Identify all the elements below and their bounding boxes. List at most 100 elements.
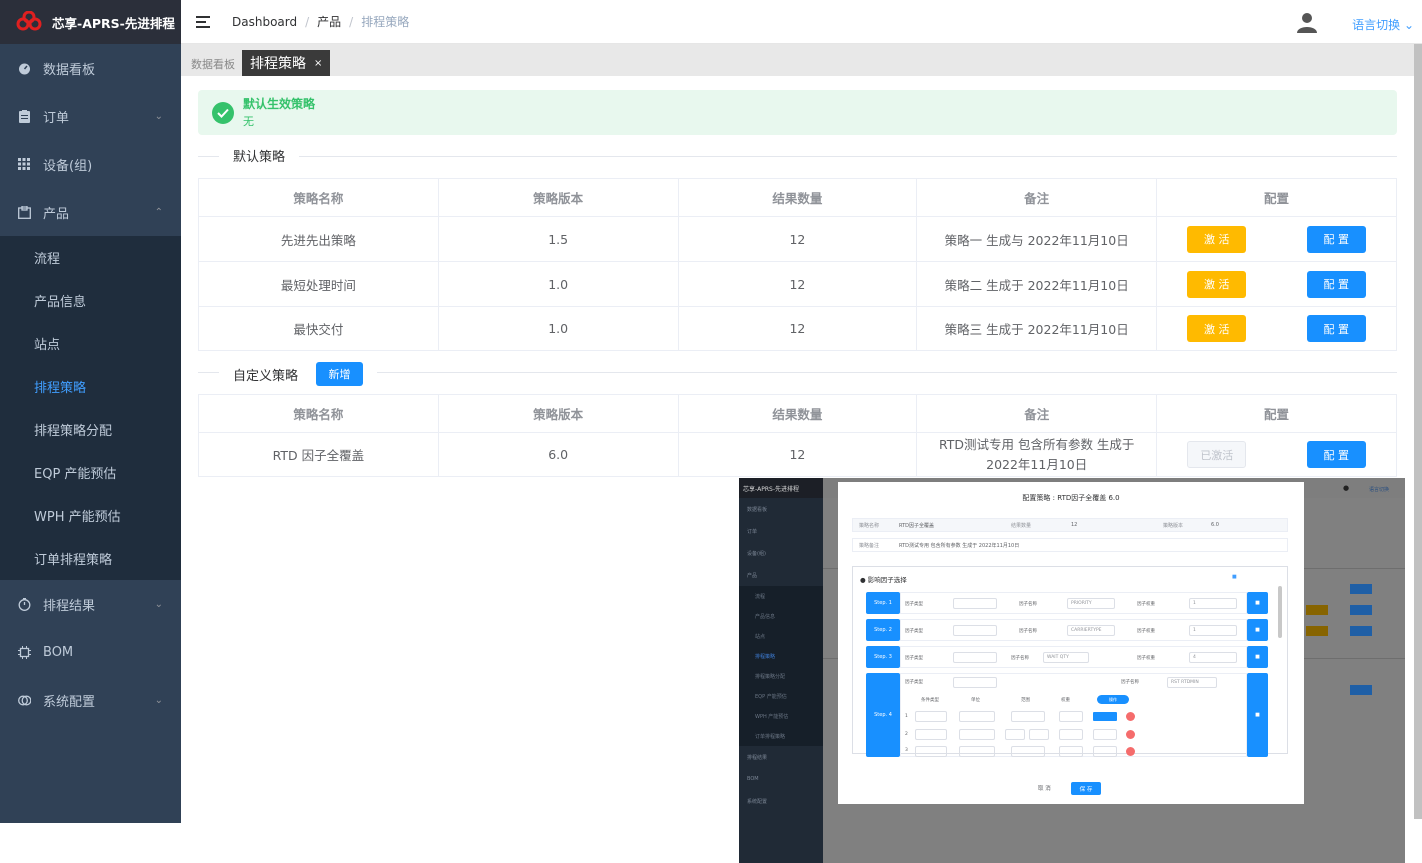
cond-range-input[interactable] <box>1011 746 1045 757</box>
factor-type-label: 因子类型 <box>905 680 923 685</box>
breadcrumb-product[interactable]: 产品 <box>317 13 341 30</box>
step-2-delete-button[interactable]: ■ <box>1247 619 1268 641</box>
breadcrumb-dashboard[interactable]: Dashboard <box>232 15 297 29</box>
factor-type-select[interactable] <box>953 625 997 636</box>
factor-name-select[interactable]: CARRIERTYPE <box>1067 625 1115 636</box>
cell-count: 12 <box>677 216 918 262</box>
activate-button[interactable]: 激 活 <box>1187 270 1247 298</box>
cond-weight-select[interactable] <box>1059 729 1083 740</box>
add-condition-button[interactable]: 操作 <box>1097 695 1129 704</box>
sidebar-item-results[interactable]: 排程结果 ⌄ <box>0 580 181 628</box>
table-header-row: 策略名称 策略版本 结果数量 备注 配置 <box>198 178 1397 217</box>
alert-title: 默认生效策略 <box>243 96 316 111</box>
cond-weight-select[interactable] <box>1059 711 1083 722</box>
cond-header: 条件类型 <box>921 698 939 703</box>
cond-type-select[interactable] <box>915 711 947 722</box>
add-strategy-button[interactable]: 新增 <box>316 362 364 386</box>
factor-type-select[interactable] <box>953 598 997 609</box>
cond-type-select[interactable] <box>915 729 947 740</box>
preview-sub-item: EQP 产能预估 <box>739 686 823 706</box>
sidebar-item-product-info[interactable]: 产品信息 <box>0 279 181 322</box>
save-button[interactable]: 保 存 <box>1071 782 1101 795</box>
cond-range-input[interactable] <box>1011 711 1045 722</box>
factor-name-select[interactable]: PRIORITY <box>1067 598 1115 609</box>
language-switch[interactable]: 语言切换 ⌄ <box>1352 16 1414 33</box>
sidebar-item-product[interactable]: 产品 ⌃ <box>0 188 181 236</box>
cell-count: 12 <box>677 261 918 307</box>
activate-button[interactable]: 激 活 <box>1187 225 1247 253</box>
tag-scheduling-strategy[interactable]: 排程策略 × <box>242 50 331 76</box>
delete-icon[interactable] <box>1126 712 1135 721</box>
cond-action-button[interactable] <box>1093 712 1117 721</box>
page-scrollbar[interactable] <box>1414 44 1422 819</box>
cond-unit-select[interactable] <box>959 729 995 740</box>
sidebar-item-order-strategy[interactable]: 订单排程策略 <box>0 537 181 580</box>
cond-range-input[interactable] <box>1005 729 1025 740</box>
factor-checkbox[interactable]: ■ <box>1232 574 1237 580</box>
preview-sub-item: 排程策略 <box>739 646 823 666</box>
sidebar-item-eqp-capacity[interactable]: EQP 产能预估 <box>0 451 181 494</box>
app-root: 芯享-APRS-先进排程 数据看板 订单 ⌄ 设备(组) 产品 ⌃ 流程 产品信… <box>0 0 1422 863</box>
sidebar-item-wph-capacity[interactable]: WPH 产能预估 <box>0 494 181 537</box>
sidebar-item-orders[interactable]: 订单 ⌄ <box>0 92 181 140</box>
config-button[interactable]: 配 置 <box>1306 225 1366 253</box>
chevron-down-icon: ⌄ <box>154 598 163 610</box>
delete-icon[interactable] <box>1126 730 1135 739</box>
step-2[interactable]: Step. 2 <box>866 619 900 641</box>
close-icon[interactable]: × <box>314 58 322 69</box>
cond-row-index: 1 <box>905 714 908 719</box>
cell-name: 最快交付 <box>198 306 439 351</box>
step-4-delete-button[interactable]: ■ <box>1247 673 1268 757</box>
factor-name-select[interactable]: RST RTDMIN <box>1167 677 1217 688</box>
sidebar-item-scheduling-strategy[interactable]: 排程策略 <box>0 365 181 408</box>
step-3[interactable]: Step. 3 <box>866 646 900 668</box>
config-button[interactable]: 配 置 <box>1306 441 1366 468</box>
step-1[interactable]: Step. 1 <box>866 592 900 614</box>
tag-dashboard[interactable]: 数据看板 <box>187 52 239 76</box>
step-1-delete-button[interactable]: ■ <box>1247 592 1268 614</box>
clipboard-icon <box>17 109 31 123</box>
cancel-button[interactable]: 取 消 <box>1038 784 1051 792</box>
factor-name-label: 因子名称 <box>1019 629 1037 634</box>
factor-type-select[interactable] <box>953 677 997 688</box>
factor-weight-select[interactable]: 4 <box>1189 652 1237 663</box>
dialog-meta-row: 策略名称 RTD因子全覆盖 结果数量 12 策略版本 6.0 <box>852 518 1288 532</box>
delete-icon[interactable] <box>1126 747 1135 756</box>
sidebar-item-bom[interactable]: BOM <box>0 628 181 676</box>
factor-weight-select[interactable]: 1 <box>1189 598 1237 609</box>
sidebar-item-strategy-assignment[interactable]: 排程策略分配 <box>0 408 181 451</box>
cond-unit-select[interactable] <box>959 711 995 722</box>
preview-menu-item: 数据看板 <box>747 506 768 513</box>
step-3-delete-button[interactable]: ■ <box>1247 646 1268 668</box>
alert-value: 无 <box>243 114 254 128</box>
step-4[interactable]: Step. 4 <box>866 673 900 757</box>
cond-action-button[interactable] <box>1093 729 1117 740</box>
activate-button[interactable]: 激 活 <box>1187 315 1247 342</box>
config-button[interactable]: 配 置 <box>1306 315 1366 342</box>
col-header: 策略版本 <box>437 178 679 217</box>
user-avatar-icon[interactable] <box>1296 11 1318 33</box>
logo[interactable]: 芯享-APRS-先进排程 <box>0 0 181 44</box>
sidebar-item-flow[interactable]: 流程 <box>0 236 181 279</box>
cond-action-button[interactable] <box>1093 746 1117 757</box>
col-header: 策略名称 <box>198 394 439 433</box>
sidebar-item-label: BOM <box>43 644 74 660</box>
cond-unit-select[interactable] <box>959 746 995 757</box>
cond-range-input[interactable] <box>1029 729 1049 740</box>
sidebar-item-equipment[interactable]: 设备(组) <box>0 140 181 188</box>
timer-icon <box>17 597 31 611</box>
hamburger-icon[interactable] <box>196 15 210 28</box>
sidebar-item-system[interactable]: 系统配置 ⌄ <box>0 676 181 724</box>
factor-type-select[interactable] <box>953 652 997 663</box>
sidebar-item-dashboard[interactable]: 数据看板 <box>0 44 181 92</box>
panel-scrollbar[interactable] <box>1278 586 1282 638</box>
factor-weight-select[interactable]: 1 <box>1189 625 1237 636</box>
name-value: RTD因子全覆盖 <box>899 523 935 529</box>
config-button[interactable]: 配 置 <box>1306 270 1366 298</box>
factor-name-select[interactable]: WAIT QTY <box>1043 652 1089 663</box>
sidebar-item-station[interactable]: 站点 <box>0 322 181 365</box>
cond-type-select[interactable] <box>915 746 947 757</box>
preview-logo: 芯享-APRS-先进排程 <box>739 478 823 498</box>
cond-weight-select[interactable] <box>1059 746 1083 757</box>
cell-name: 最短处理时间 <box>198 261 439 307</box>
